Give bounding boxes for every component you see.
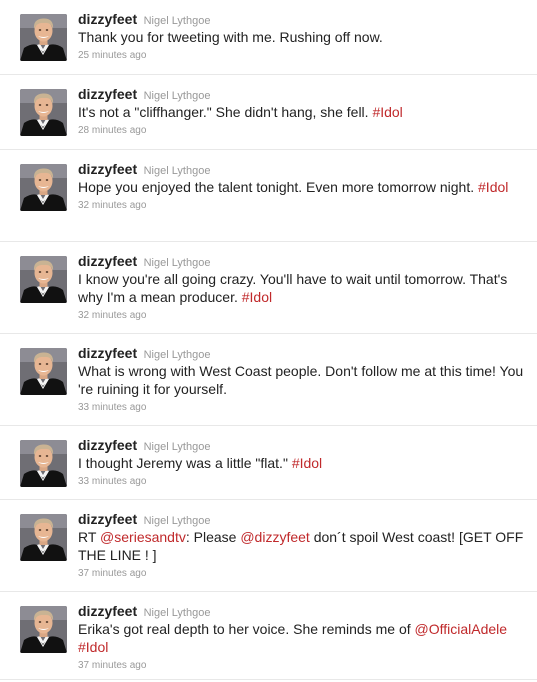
- screen-name-link[interactable]: dizzyfeet: [78, 253, 137, 269]
- tweet-text-segment: : Please: [185, 529, 241, 545]
- screen-name-link[interactable]: dizzyfeet: [78, 86, 137, 102]
- tweet-content: dizzyfeet Nigel Lythgoe I thought Jeremy …: [78, 436, 527, 489]
- full-name: Nigel Lythgoe: [143, 441, 211, 453]
- tweet-text: I thought Jeremy was a little "flat." #I…: [78, 454, 527, 472]
- screen-name-link[interactable]: dizzyfeet: [78, 11, 137, 27]
- tweet-item: dizzyfeet Nigel Lythgoe It's not a "cliff…: [0, 75, 537, 150]
- tweet-item: dizzyfeet Nigel Lythgoe I thought Jeremy …: [0, 426, 537, 500]
- tweet-text: It's not a "cliffhanger." She didn't han…: [78, 103, 527, 121]
- tweet-header: dizzyfeet Nigel Lythgoe: [78, 160, 527, 178]
- avatar[interactable]: [20, 440, 67, 487]
- avatar[interactable]: [20, 606, 67, 653]
- tweet-text: I know you're all going crazy. You'll ha…: [78, 270, 527, 306]
- timestamp-link[interactable]: 33 minutes ago: [78, 402, 146, 413]
- tweet-item: dizzyfeet Nigel Lythgoe Erika's got real …: [0, 592, 537, 680]
- tweet-header: dizzyfeet Nigel Lythgoe: [78, 602, 527, 620]
- timestamp-link[interactable]: 32 minutes ago: [78, 310, 146, 321]
- full-name: Nigel Lythgoe: [143, 349, 211, 361]
- tweet-content: dizzyfeet Nigel Lythgoe Hope you enjoyed …: [78, 160, 527, 213]
- tweet-content: dizzyfeet Nigel Lythgoe I know you're all…: [78, 252, 527, 323]
- tweet-content: dizzyfeet Nigel Lythgoe Erika's got real …: [78, 602, 527, 673]
- tweet-header: dizzyfeet Nigel Lythgoe: [78, 436, 527, 454]
- tweet-text: Hope you enjoyed the talent tonight. Eve…: [78, 178, 527, 196]
- tweet-header: dizzyfeet Nigel Lythgoe: [78, 10, 527, 28]
- timestamp-link[interactable]: 25 minutes ago: [78, 50, 146, 61]
- hashtag-link[interactable]: #Idol: [372, 104, 402, 120]
- tweet-content: dizzyfeet Nigel Lythgoe Thank you for twe…: [78, 10, 527, 63]
- full-name: Nigel Lythgoe: [143, 515, 211, 527]
- avatar[interactable]: [20, 256, 67, 303]
- timestamp-link[interactable]: 37 minutes ago: [78, 660, 146, 671]
- timestamp-link[interactable]: 28 minutes ago: [78, 125, 146, 136]
- tweet-text-segment: RT: [78, 529, 101, 545]
- avatar[interactable]: [20, 514, 67, 561]
- avatar[interactable]: [20, 89, 67, 136]
- tweet-item: dizzyfeet Nigel Lythgoe I know you're all…: [0, 242, 537, 334]
- mention-link[interactable]: @OfficialAdele: [415, 621, 508, 637]
- hashtag-link[interactable]: #Idol: [78, 639, 108, 655]
- tweet-header: dizzyfeet Nigel Lythgoe: [78, 85, 527, 103]
- screen-name-link[interactable]: dizzyfeet: [78, 437, 137, 453]
- hashtag-link[interactable]: #Idol: [242, 289, 272, 305]
- full-name: Nigel Lythgoe: [143, 15, 211, 27]
- tweet-text-segment: What is wrong with West Coast people. Do…: [78, 363, 524, 397]
- tweet-text-segment: Erika's got real depth to her voice. She…: [78, 621, 415, 637]
- tweet-text: RT @seriesandtv: Please @dizzyfeet don´t…: [78, 528, 527, 564]
- avatar[interactable]: [20, 14, 67, 61]
- tweet-header: dizzyfeet Nigel Lythgoe: [78, 344, 527, 362]
- tweet-item: dizzyfeet Nigel Lythgoe Thank you for twe…: [0, 0, 537, 75]
- mention-link[interactable]: @seriesandtv: [100, 529, 186, 545]
- timestamp-link[interactable]: 33 minutes ago: [78, 476, 146, 487]
- tweet-text-segment: I know you're all going crazy. You'll ha…: [78, 271, 508, 305]
- screen-name-link[interactable]: dizzyfeet: [78, 345, 137, 361]
- tweet-text: Erika's got real depth to her voice. She…: [78, 620, 527, 656]
- full-name: Nigel Lythgoe: [143, 90, 211, 102]
- mention-link[interactable]: @dizzyfeet: [240, 529, 309, 545]
- tweet-content: dizzyfeet Nigel Lythgoe It's not a "cliff…: [78, 85, 527, 138]
- tweet-text-segment: Hope you enjoyed the talent tonight. Eve…: [78, 179, 479, 195]
- avatar[interactable]: [20, 164, 67, 211]
- tweet-header: dizzyfeet Nigel Lythgoe: [78, 252, 527, 270]
- tweet-text-segment: It's not a "cliffhanger." She didn't han…: [78, 104, 373, 120]
- tweet-text: What is wrong with West Coast people. Do…: [78, 362, 527, 398]
- timestamp-link[interactable]: 37 minutes ago: [78, 568, 146, 579]
- tweet-item: dizzyfeet Nigel Lythgoe RT @seriesandtv: …: [0, 500, 537, 592]
- tweet-text: Thank you for tweeting with me. Rushing …: [78, 28, 527, 46]
- screen-name-link[interactable]: dizzyfeet: [78, 603, 137, 619]
- tweet-item: dizzyfeet Nigel Lythgoe Hope you enjoyed …: [0, 150, 537, 242]
- screen-name-link[interactable]: dizzyfeet: [78, 161, 137, 177]
- tweet-content: dizzyfeet Nigel Lythgoe RT @seriesandtv: …: [78, 510, 527, 581]
- tweet-item: dizzyfeet Nigel Lythgoe What is wrong wit…: [0, 334, 537, 426]
- avatar[interactable]: [20, 348, 67, 395]
- full-name: Nigel Lythgoe: [143, 165, 211, 177]
- full-name: Nigel Lythgoe: [143, 257, 211, 269]
- hashtag-link[interactable]: #Idol: [478, 179, 508, 195]
- tweet-text-segment: Thank you for tweeting with me. Rushing …: [78, 29, 383, 45]
- hashtag-link[interactable]: #Idol: [292, 455, 322, 471]
- tweet-header: dizzyfeet Nigel Lythgoe: [78, 510, 527, 528]
- tweet-content: dizzyfeet Nigel Lythgoe What is wrong wit…: [78, 344, 527, 415]
- tweet-text-segment: I thought Jeremy was a little "flat.": [78, 455, 292, 471]
- timestamp-link[interactable]: 32 minutes ago: [78, 200, 146, 211]
- full-name: Nigel Lythgoe: [143, 607, 211, 619]
- screen-name-link[interactable]: dizzyfeet: [78, 511, 137, 527]
